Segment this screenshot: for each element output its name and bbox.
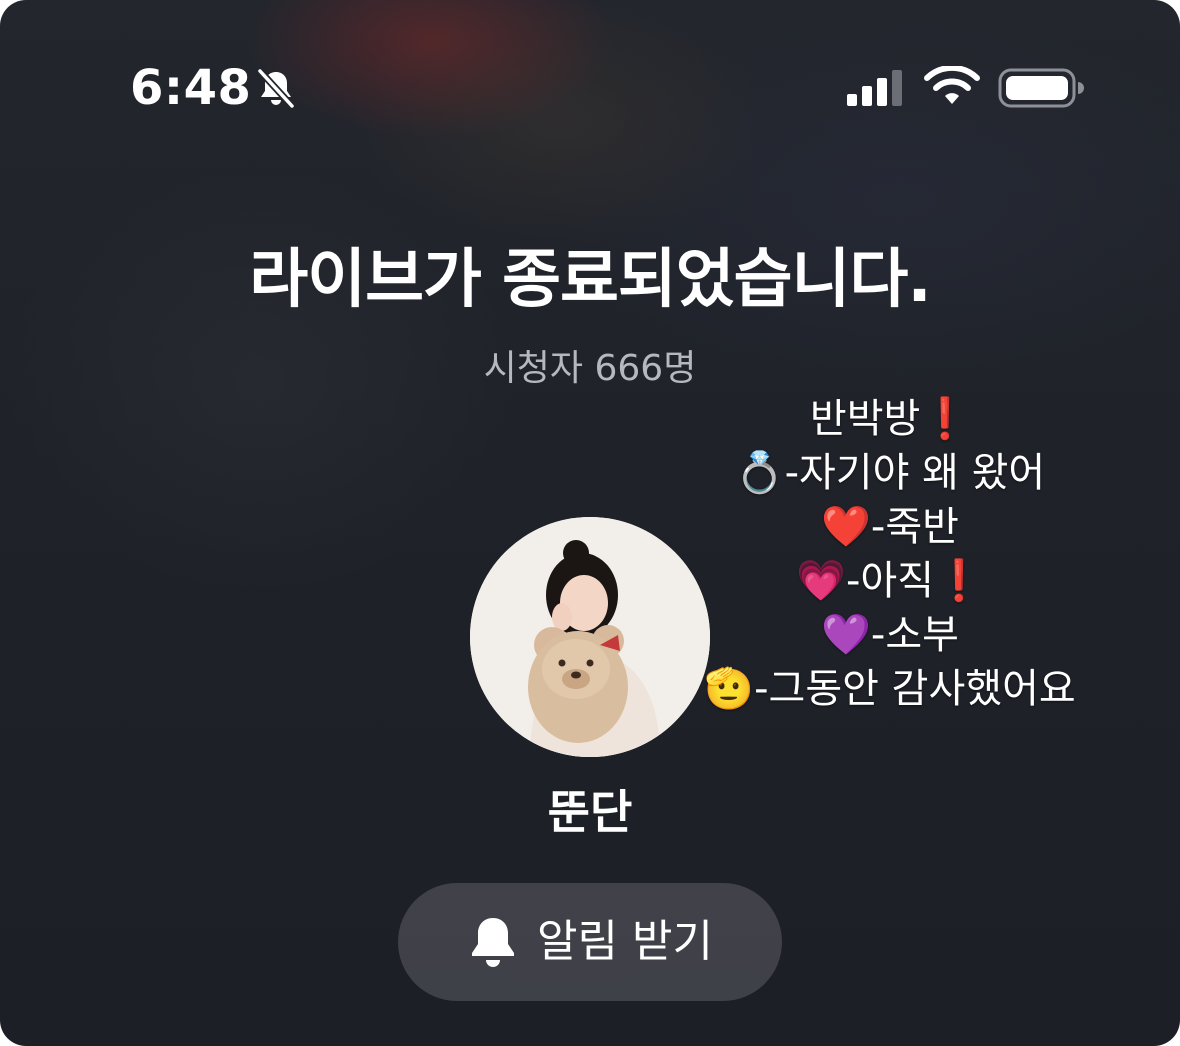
caption-line: 💜-소부 bbox=[821, 612, 959, 658]
status-time: 6:48 bbox=[130, 60, 252, 116]
streamer-name[interactable]: 뚠단 bbox=[0, 782, 1180, 842]
live-ended-title: 라이브가 종료되었습니다. bbox=[249, 243, 931, 317]
caption-line: 반박방❗ bbox=[809, 396, 971, 442]
bell-icon bbox=[472, 918, 515, 967]
caption-line: 💍-자기야 왜 왔어 bbox=[734, 450, 1046, 496]
streamer-avatar[interactable] bbox=[470, 517, 710, 757]
caption-overlay: 반박방❗ 💍-자기야 왜 왔어 ❤️-죽반 💗-아직❗ 💜-소부 🫡-그동안 감… bbox=[660, 392, 1120, 716]
caption-line: 💗-아직❗ bbox=[796, 558, 984, 604]
caption-line: ❤️-죽반 bbox=[821, 504, 959, 550]
cellular-signal-icon bbox=[847, 70, 902, 106]
caption-line: 🫡-그동안 감사했어요 bbox=[704, 666, 1076, 712]
avatar-photo bbox=[470, 517, 710, 757]
viewer-count: 시청자 666명 bbox=[483, 348, 697, 389]
bell-slash-icon bbox=[256, 67, 296, 110]
get-notifications-button[interactable]: 알림 받기 bbox=[398, 883, 782, 1001]
get-notifications-label: 알림 받기 bbox=[537, 916, 713, 967]
battery-icon bbox=[998, 68, 1084, 108]
live-ended-screen: 6:48 라이브가 종료되었습니다. 시청자 666명 반박방❗ 💍-자기야 왜… bbox=[0, 0, 1180, 1046]
wifi-icon bbox=[924, 66, 980, 104]
